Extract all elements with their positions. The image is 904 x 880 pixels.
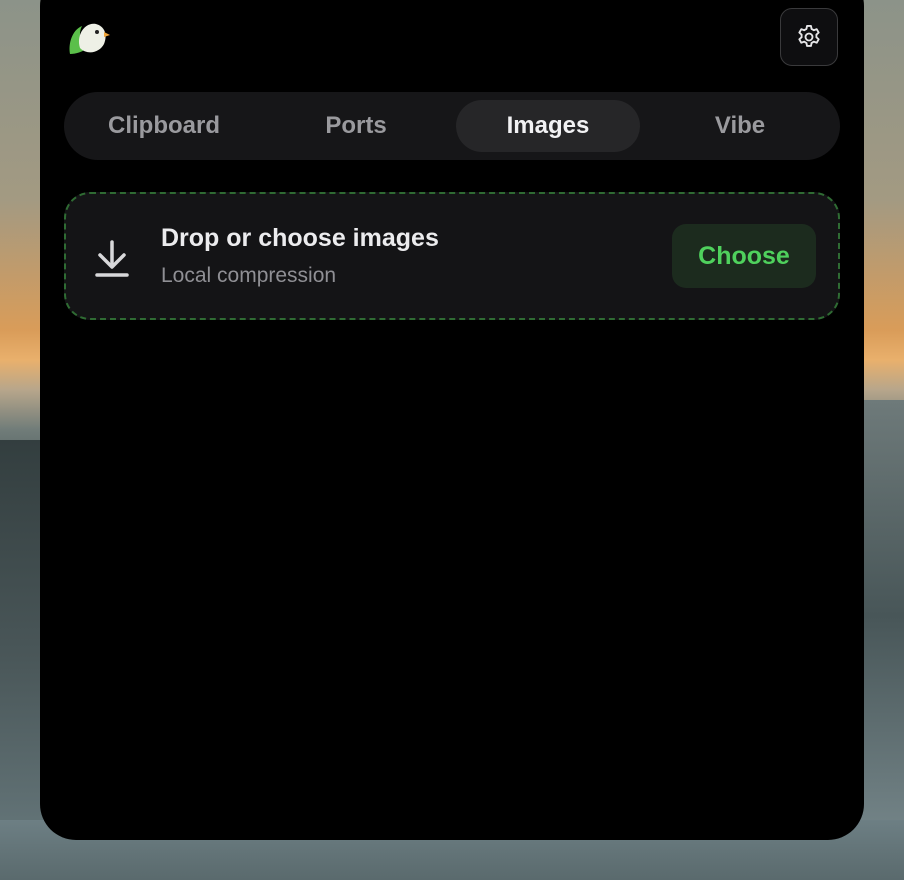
tab-clipboard[interactable]: Clipboard xyxy=(72,100,256,152)
tab-vibe[interactable]: Vibe xyxy=(648,100,832,152)
bird-logo-icon xyxy=(69,23,110,54)
download-arrow-icon xyxy=(95,240,129,277)
tab-images[interactable]: Images xyxy=(456,100,640,152)
drop-zone-title: Drop or choose images xyxy=(161,224,439,252)
tab-bar: Clipboard Ports Images Vibe xyxy=(64,92,840,160)
gear-icon xyxy=(798,24,820,47)
drop-zone-subtitle: Local compression xyxy=(161,264,337,287)
settings-button[interactable] xyxy=(780,8,838,66)
choose-button[interactable]: Choose xyxy=(672,224,816,288)
tab-ports[interactable]: Ports xyxy=(264,100,448,152)
image-drop-zone[interactable]: Drop or choose images Local compression … xyxy=(64,192,840,320)
